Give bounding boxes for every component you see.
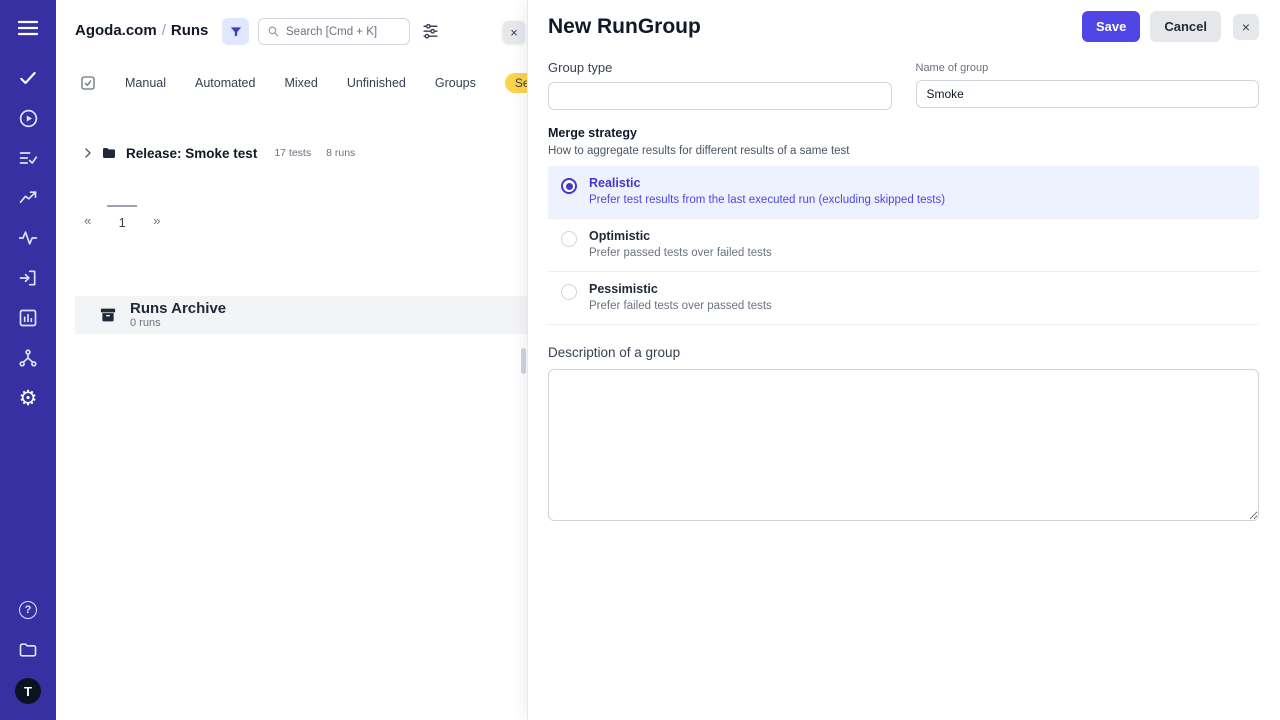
merge-strategy-hint: How to aggregate results for different r… (548, 145, 1259, 157)
radio-unchecked-icon[interactable] (561, 231, 577, 247)
close-icon: × (1242, 19, 1250, 35)
pagination: « 1 » (56, 205, 527, 230)
save-button[interactable]: Save (1082, 11, 1140, 42)
sidebar: ⚙ ? T (0, 0, 56, 720)
user-avatar[interactable]: T (15, 678, 41, 704)
runs-panel-header: Agoda.com/Runs × (56, 0, 527, 62)
checklist-icon[interactable] (80, 75, 96, 91)
dialog-close-button[interactable]: × (1233, 14, 1259, 40)
filter-settings-icon[interactable] (422, 22, 439, 44)
search-icon (267, 25, 280, 38)
run-group-tests-count: 17 tests (274, 147, 311, 159)
runs-archive-row[interactable]: Runs Archive 0 runs (75, 296, 527, 334)
funnel-icon (229, 25, 243, 39)
pagination-prev-icon[interactable]: « (84, 213, 91, 230)
merge-strategy-block: Merge strategy How to aggregate results … (548, 126, 1259, 325)
tab-mixed[interactable]: Mixed (284, 76, 317, 90)
tab-manual[interactable]: Manual (125, 76, 166, 90)
run-filter-tabs: Manual Automated Mixed Unfinished Groups… (56, 73, 527, 93)
description-textarea[interactable] (548, 369, 1259, 521)
help-icon[interactable]: ? (0, 598, 56, 622)
option-title: Optimistic (589, 229, 772, 243)
hamburger-menu-icon[interactable] (0, 16, 56, 40)
option-title: Realistic (589, 176, 945, 190)
radio-unchecked-icon[interactable] (561, 284, 577, 300)
sidebar-nav: ⚙ (0, 66, 56, 410)
sidebar-bottom: ? T (0, 598, 56, 704)
tab-groups[interactable]: Groups (435, 76, 476, 90)
new-rungroup-header: New RunGroup Save Cancel × (528, 0, 1280, 42)
option-description: Prefer passed tests over failed tests (589, 247, 772, 259)
description-label: Description of a group (548, 345, 1259, 360)
merge-strategy-label: Merge strategy (548, 126, 1259, 140)
archive-title: Runs Archive (130, 301, 226, 317)
breadcrumb-page[interactable]: Runs (171, 22, 209, 39)
tests-check-icon[interactable] (0, 66, 56, 90)
close-icon: × (510, 25, 518, 40)
page-title: New RunGroup (548, 15, 701, 39)
tab-automated[interactable]: Automated (195, 76, 255, 90)
filter-button[interactable] (222, 18, 249, 45)
description-block: Description of a group (548, 345, 1259, 521)
merge-option-pessimistic[interactable]: Pessimistic Prefer failed tests over pas… (548, 272, 1259, 325)
pagination-active-indicator (107, 205, 137, 207)
play-runs-icon[interactable] (0, 106, 56, 130)
new-rungroup-panel: New RunGroup Save Cancel × Group type Na… (527, 0, 1280, 720)
runs-list-icon[interactable] (0, 146, 56, 170)
gear-icon[interactable]: ⚙ (0, 386, 56, 410)
archive-count: 0 runs (130, 317, 226, 329)
app-root: ⚙ ? T Agoda.com/Runs (0, 0, 1280, 720)
run-group-runs-count: 8 runs (326, 147, 355, 159)
run-group-row[interactable]: Release: Smoke test 17 tests 8 runs (56, 145, 527, 161)
group-type-label: Group type (548, 60, 892, 75)
option-description: Prefer test results from the last execut… (589, 194, 945, 206)
run-group-title[interactable]: Release: Smoke test (126, 146, 257, 161)
pagination-next-icon[interactable]: » (153, 213, 160, 230)
rungroup-form: Group type Name of group Merge strategy … (528, 42, 1280, 521)
breadcrumb: Agoda.com/Runs (75, 22, 208, 39)
cancel-button[interactable]: Cancel (1150, 11, 1221, 42)
merge-strategy-options: Realistic Prefer test results from the l… (548, 166, 1259, 325)
chevron-right-icon[interactable] (82, 147, 94, 159)
analytics-line-icon[interactable] (0, 186, 56, 210)
name-of-group-input[interactable] (916, 80, 1260, 108)
tab-unfinished[interactable]: Unfinished (347, 76, 406, 90)
branch-icon[interactable] (0, 346, 56, 370)
import-icon[interactable] (0, 266, 56, 290)
breadcrumb-separator: / (157, 22, 171, 39)
pagination-page-1[interactable]: 1 (107, 205, 137, 230)
runs-panel: Agoda.com/Runs × (56, 0, 527, 720)
radio-checked-icon[interactable] (561, 178, 577, 194)
name-of-group-label: Name of group (916, 62, 1260, 74)
option-description: Prefer failed tests over passed tests (589, 300, 772, 312)
option-title: Pessimistic (589, 282, 772, 296)
archive-text: Runs Archive 0 runs (130, 301, 226, 330)
scrollbar-thumb[interactable] (521, 348, 526, 374)
folder-icon (101, 145, 117, 161)
archive-icon (99, 306, 117, 324)
group-type-input[interactable] (548, 82, 892, 110)
search-input[interactable] (286, 26, 396, 38)
merge-option-optimistic[interactable]: Optimistic Prefer passed tests over fail… (548, 219, 1259, 272)
panel-close-button[interactable]: × (503, 21, 525, 43)
search-box[interactable] (258, 18, 410, 45)
merge-option-realistic[interactable]: Realistic Prefer test results from the l… (548, 166, 1259, 219)
projects-folder-icon[interactable] (0, 638, 56, 662)
breadcrumb-project[interactable]: Agoda.com (75, 22, 157, 39)
report-chart-icon[interactable] (0, 306, 56, 330)
activity-pulse-icon[interactable] (0, 226, 56, 250)
